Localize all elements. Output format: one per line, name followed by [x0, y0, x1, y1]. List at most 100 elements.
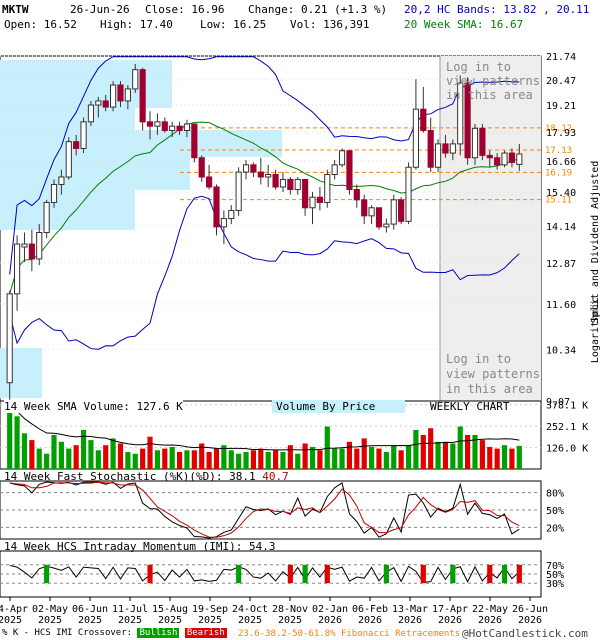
- volume-bar: [250, 450, 257, 469]
- candle-body: [412, 108, 419, 168]
- candle-body: [508, 152, 516, 163]
- x-tick-year: 2026: [478, 615, 502, 626]
- imi-title: 14 Week HCS Intraday Momentum (IMI): 54.…: [4, 540, 276, 553]
- stoch-tick-label: 50%: [546, 506, 564, 517]
- volume-bar: [258, 448, 264, 469]
- volume-bar: [66, 448, 72, 469]
- x-tick-month: 02-May: [32, 604, 68, 615]
- candle-body: [434, 143, 442, 168]
- vol-tick-label: 252.1 K: [546, 422, 588, 433]
- candle-body: [494, 157, 501, 166]
- candle-body: [479, 127, 486, 156]
- candle-body: [471, 127, 479, 159]
- candle-body: [87, 104, 95, 123]
- volume-bar: [494, 448, 500, 469]
- volume-bar: [44, 453, 50, 469]
- imi-crossover-bar: [302, 564, 308, 584]
- vbp-bar: [0, 348, 42, 398]
- login-line-3: in this area: [446, 382, 533, 396]
- candle-body: [102, 100, 109, 108]
- x-tick-year: 2026: [358, 615, 382, 626]
- login-line-2: view patterns: [446, 367, 540, 381]
- price-tick-label: 15.40: [546, 188, 576, 199]
- fib-label: 17.13: [545, 146, 572, 156]
- volume-bar: [236, 453, 242, 469]
- candle-body: [132, 69, 139, 90]
- candle-body: [442, 143, 449, 154]
- volume-bar: [243, 452, 249, 469]
- candle-body: [257, 171, 264, 178]
- legend-prefix: % K - HCS IMI Crossover:: [2, 628, 133, 638]
- candle-body: [169, 125, 176, 132]
- candle-body: [338, 150, 346, 166]
- stoch-d-value: 40.7: [262, 470, 289, 483]
- login-line-1: Log in to: [446, 352, 512, 366]
- volume-bar: [88, 440, 94, 469]
- volume-bar: [317, 450, 323, 469]
- x-tick-month: 13-Mar: [392, 604, 428, 615]
- imi-crossover-bar: [516, 564, 522, 584]
- candle-body: [13, 243, 21, 295]
- weekly-chart-label: WEEKLY CHART: [430, 400, 510, 413]
- volume-bar: [95, 450, 101, 469]
- candle-body: [398, 199, 405, 222]
- vbp-bar: [0, 157, 190, 190]
- volume-bar: [213, 448, 220, 469]
- stoch-title: 14 Week Fast Stochastic (%K)(%D): 38.1 4…: [4, 470, 289, 483]
- volume-bar: [184, 450, 190, 469]
- volume-bar: [354, 448, 360, 469]
- x-tick-year: 2025: [238, 615, 262, 626]
- price-tick-label: 19.21: [546, 101, 576, 112]
- imi-crossover-bar: [383, 564, 389, 584]
- volume-bar: [398, 450, 404, 469]
- x-tick-month: 04-Apr: [0, 604, 28, 615]
- vbp-label: Volume By Price: [272, 400, 406, 413]
- candle-body: [154, 121, 161, 127]
- x-tick-year: 2026: [518, 615, 542, 626]
- candle-body: [139, 69, 146, 123]
- volume-bar: [287, 445, 293, 469]
- price-tick-label: 12.87: [546, 259, 576, 270]
- candle-body: [361, 199, 368, 217]
- volume-bar: [191, 450, 197, 469]
- imi-crossover-bar: [324, 564, 330, 584]
- volume-bar: [140, 448, 146, 469]
- copyright: @HotCandlestick.com: [462, 627, 588, 640]
- volume-bar: [376, 448, 382, 469]
- volume-bar: [21, 433, 28, 469]
- candle-body: [235, 171, 242, 211]
- volume-bar: [420, 435, 426, 469]
- volume-bar: [117, 443, 124, 469]
- login-patterns-bottom[interactable]: Log in to view patterns in this area: [446, 352, 540, 397]
- candle-body: [331, 164, 338, 176]
- volume-bar: [154, 450, 160, 469]
- x-tick-year: 2026: [318, 615, 342, 626]
- login-patterns-top[interactable]: Log in to view patterns in this area: [446, 60, 540, 102]
- x-tick-year: 2026: [438, 615, 462, 626]
- login-line-2: view patterns: [446, 74, 540, 88]
- volume-bar: [103, 445, 109, 469]
- imi-crossover-bar: [487, 564, 493, 584]
- price-tick-label: 14.14: [546, 222, 576, 233]
- volume-bar: [442, 441, 449, 469]
- imi-crossover-bar: [501, 564, 508, 584]
- volume-bar: [309, 446, 316, 469]
- candle-body: [161, 121, 168, 132]
- stoch-title-text: 14 Week Fast Stochastic (%K)(%D): 38.1: [4, 470, 256, 483]
- volume-bar: [29, 440, 35, 469]
- candle-body: [242, 164, 250, 173]
- candle-body: [383, 223, 390, 228]
- fib-note: 23.6-38.2-50-61.8% Fibonacci Retracement…: [238, 629, 461, 639]
- x-tick-month: 24-Oct: [232, 604, 268, 615]
- volume-bar: [132, 453, 138, 469]
- volume-bar: [73, 445, 79, 469]
- volume-bar: [435, 441, 441, 469]
- x-tick-month: 06-Feb: [352, 604, 388, 615]
- candle-body: [176, 125, 183, 132]
- candle-body: [183, 123, 191, 132]
- imi-crossover-bar: [44, 564, 50, 584]
- candle-body: [516, 153, 523, 165]
- candle-body: [73, 141, 80, 149]
- price-tick-label: 21.74: [546, 52, 576, 63]
- x-tick-year: 2025: [118, 615, 142, 626]
